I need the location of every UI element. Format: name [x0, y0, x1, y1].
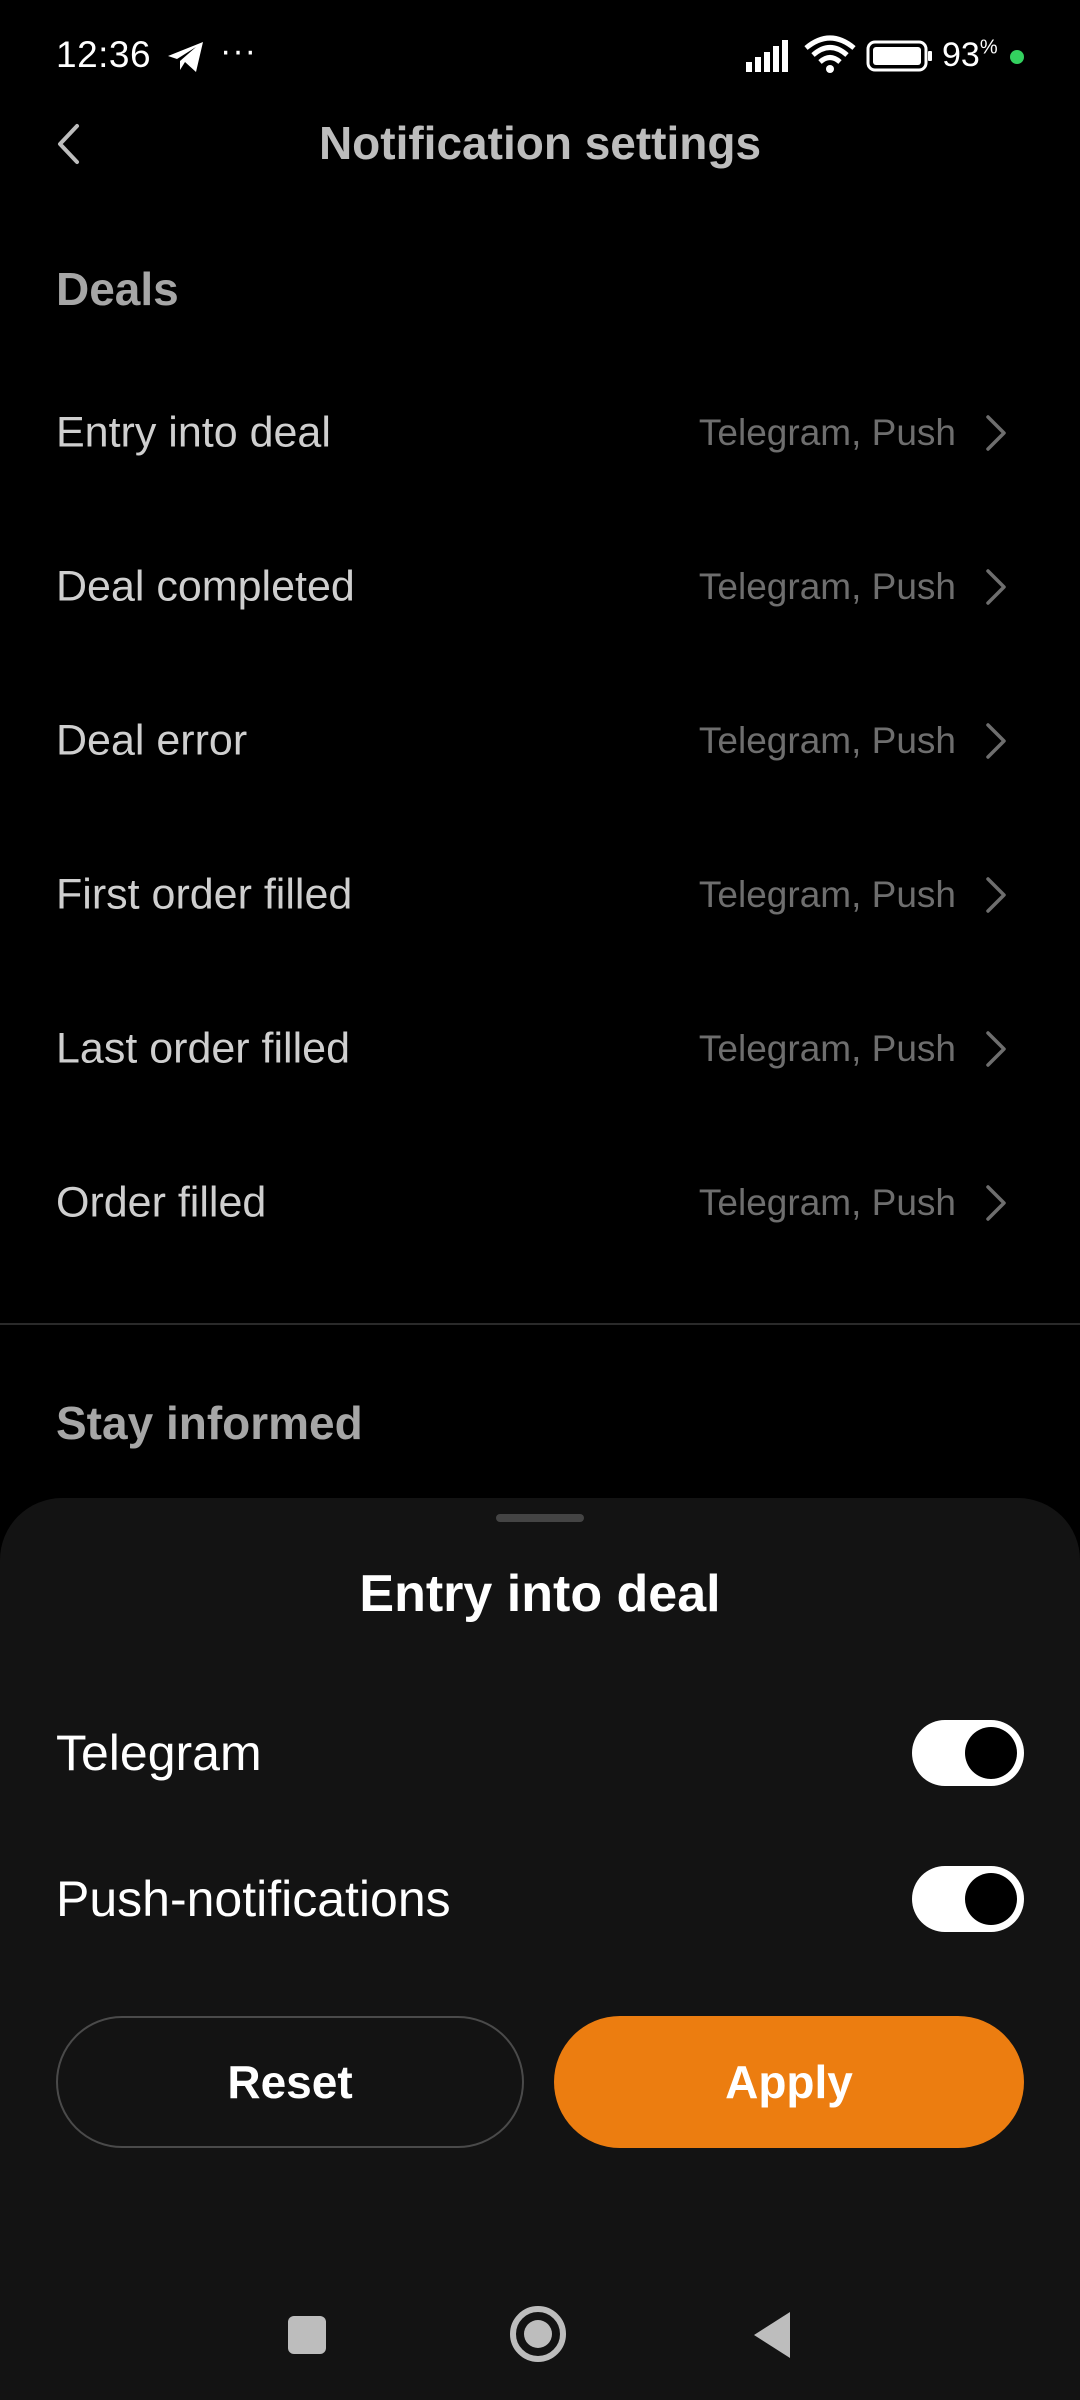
telegram-toggle[interactable] — [912, 1720, 1024, 1786]
bottom-sheet: Entry into deal Telegram Push-notificati… — [0, 1498, 1080, 2400]
chevron-right-icon — [986, 415, 1006, 451]
toggle-label-push: Push-notifications — [56, 1871, 451, 1927]
privacy-indicator-dot — [1010, 50, 1024, 64]
row-value: Telegram, Push — [698, 720, 956, 761]
sheet-title: Entry into deal — [359, 1565, 721, 1623]
toggle-label-telegram: Telegram — [56, 1725, 262, 1781]
row-label: Deal error — [56, 716, 248, 765]
row-label: Deal completed — [56, 562, 355, 611]
reset-button[interactable]: Reset — [56, 2016, 524, 2148]
toggle-knob — [965, 1873, 1017, 1925]
toggle-row-telegram: Telegram — [0, 1698, 1080, 1808]
recents-nav-icon[interactable] — [288, 2316, 326, 2354]
chevron-right-icon — [986, 723, 1006, 759]
push-notifications-toggle[interactable] — [912, 1866, 1024, 1932]
wifi-icon — [804, 35, 856, 73]
row-value: Telegram, Push — [698, 566, 956, 607]
section-title-deals: Deals — [56, 263, 179, 315]
apply-button[interactable]: Apply — [554, 2016, 1024, 2148]
row-label: Order filled — [56, 1178, 267, 1227]
deal-row-first-order-filled[interactable]: First order filled Telegram, Push — [0, 820, 1080, 970]
deal-row-last-order-filled[interactable]: Last order filled Telegram, Push — [0, 974, 1080, 1124]
row-label: Last order filled — [56, 1024, 350, 1073]
toggle-knob — [965, 1727, 1017, 1779]
home-nav-icon[interactable] — [510, 2306, 566, 2362]
row-label: Entry into deal — [56, 408, 331, 457]
back-nav-icon[interactable] — [752, 2310, 792, 2360]
status-time: 12:36 — [56, 34, 152, 75]
section-title-stay-informed: Stay informed — [56, 1397, 363, 1449]
chevron-right-icon — [986, 1031, 1006, 1067]
signal-icon — [746, 40, 788, 72]
deal-row-deal-completed[interactable]: Deal completed Telegram, Push — [0, 512, 1080, 662]
telegram-icon — [168, 42, 203, 72]
section-divider — [0, 1323, 1080, 1325]
home-nav-inner — [524, 2320, 552, 2348]
more-indicator-icon: ··· — [220, 32, 257, 70]
row-value: Telegram, Push — [698, 874, 956, 915]
deal-row-order-filled[interactable]: Order filled Telegram, Push — [0, 1128, 1080, 1278]
row-value: Telegram, Push — [698, 1182, 956, 1223]
chevron-right-icon — [986, 877, 1006, 913]
toggle-row-push: Push-notifications — [0, 1844, 1080, 1954]
chevron-right-icon — [986, 1185, 1006, 1221]
row-label: First order filled — [56, 870, 353, 919]
page-title: Notification settings — [318, 117, 762, 169]
battery-icon — [866, 40, 932, 72]
row-value: Telegram, Push — [698, 412, 956, 453]
chevron-right-icon — [986, 569, 1006, 605]
sheet-drag-handle[interactable] — [496, 1514, 584, 1522]
deal-row-deal-error[interactable]: Deal error Telegram, Push — [0, 666, 1080, 816]
status-bar: 12:36 ··· 93% — [0, 0, 1080, 118]
battery-percent: 93% — [942, 36, 998, 74]
deal-row-entry-into-deal[interactable]: Entry into deal Telegram, Push — [0, 358, 1080, 508]
row-value: Telegram, Push — [698, 1028, 956, 1069]
